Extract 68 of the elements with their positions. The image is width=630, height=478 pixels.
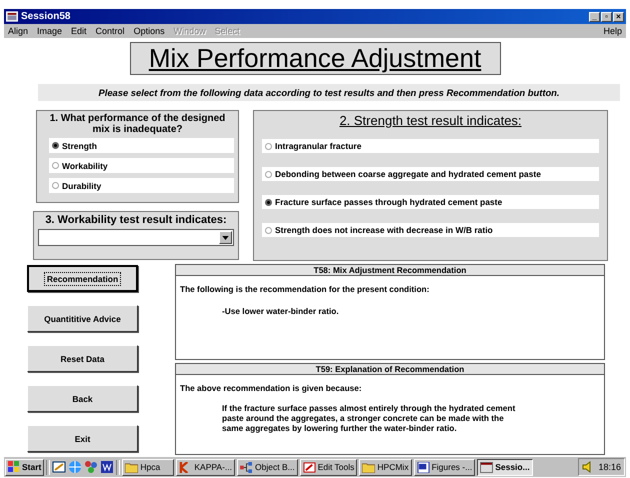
action-button[interactable]: Exit [27, 425, 138, 452]
radio-option[interactable]: Debonding between coarse aggregate and hydrated cement paste [262, 167, 599, 181]
diagram-icon [240, 462, 254, 472]
menu-item[interactable]: Image [37, 26, 62, 36]
panel-text: The above recommendation is given because: [179, 382, 363, 393]
radio-option[interactable]: Durability [49, 178, 234, 193]
window-icon [480, 462, 494, 472]
radio-button[interactable] [265, 170, 272, 178]
taskbar-button[interactable]: Object B... [237, 458, 298, 476]
panel-text: The following is the recommendation for the present condition: [179, 283, 430, 294]
taskbar-button[interactable]: KAPPA-... [176, 458, 236, 476]
option-label: Fracture surface passes through hydrated cement paste [275, 197, 502, 207]
question-title: 2. Strength test result indicates: [338, 113, 523, 129]
panel-text: -Use lower water-binder ratio. [221, 305, 340, 316]
radio-option[interactable]: Fracture surface passes through hydrated cement paste [262, 195, 599, 209]
menu-item[interactable]: Edit [71, 26, 87, 36]
dropdown-field[interactable] [38, 229, 234, 246]
document-icon [416, 462, 430, 472]
question-title: 1. What performance of the designed mix is inadequate? [48, 113, 226, 135]
folder-icon [125, 462, 138, 472]
panel-text: If the fracture surface passes almost entirely through the hydrated cement paste around the aggregates, a stronger concrete can be made with the same aggregates by lowering further the water-binder ratio. [221, 402, 516, 433]
menu-item[interactable]: Help [603, 26, 622, 36]
menu-item[interactable]: Align [8, 26, 28, 36]
action-button[interactable]: Back [27, 385, 138, 412]
flag-icon [8, 461, 20, 473]
radio-button[interactable] [52, 182, 59, 189]
window-icon [6, 11, 18, 22]
action-button[interactable]: Quantititive Advice [27, 305, 138, 332]
taskbar-button[interactable]: Figures -... [414, 458, 476, 476]
menu-item[interactable]: Options [134, 26, 165, 36]
radio-option[interactable]: Intragranular fracture [262, 139, 599, 153]
action-button[interactable]: Recommendation [27, 265, 138, 292]
folder-icon [362, 462, 376, 472]
question-title: 3. Workability test result indicates: [44, 214, 228, 227]
option-label: Strength [62, 140, 97, 150]
radio-button[interactable] [265, 142, 272, 150]
window-control[interactable]: _ [589, 12, 600, 22]
page-heading: Mix Performance Adjustment [130, 42, 500, 75]
taskbar-button[interactable]: HPCMix [359, 458, 412, 476]
radio-option[interactable]: Strength [49, 138, 234, 153]
panel-title: T59: Explanation of Recommendation [176, 364, 604, 375]
clock: 18:16 [598, 462, 621, 472]
radio-option[interactable]: Workability [49, 158, 234, 173]
option-label: Strength does not increase with decrease in W/B ratio [275, 225, 493, 235]
document-icon[interactable] [100, 460, 114, 474]
radio-option[interactable]: Strength does not increase with decrease in W/B ratio [262, 223, 599, 237]
taskbar-button[interactable]: Hpca [122, 458, 174, 476]
tools-icon [302, 462, 316, 472]
radio-button[interactable] [265, 198, 272, 206]
action-button[interactable]: Reset Data [27, 345, 138, 372]
start-button[interactable]: Start [5, 458, 44, 476]
radio-button[interactable] [52, 162, 59, 169]
radio-button[interactable] [265, 226, 272, 234]
option-label: Debonding between coarse aggregate and hydrated cement paste [275, 169, 541, 179]
taskbar-button[interactable]: Sessio... [477, 458, 533, 476]
instruction-text: Please select from the following data according to test results and then press Recommendation button. [38, 84, 620, 101]
window-title: Session58 [21, 11, 72, 22]
option-label: Intragranular fracture [275, 141, 362, 151]
radio-button[interactable] [52, 142, 59, 149]
option-label: Durability [62, 180, 102, 190]
option-label: Workability [62, 160, 108, 170]
dropdown-button[interactable] [219, 231, 232, 244]
caret-icon [222, 236, 229, 240]
menu-item[interactable]: Control [96, 26, 125, 36]
window-control[interactable]: ▫ [601, 12, 612, 22]
panel-title: T58: Mix Adjustment Recommendation [176, 265, 604, 276]
taskbar-button[interactable]: Edit Tools [300, 458, 358, 476]
window-control[interactable]: × [613, 12, 624, 22]
